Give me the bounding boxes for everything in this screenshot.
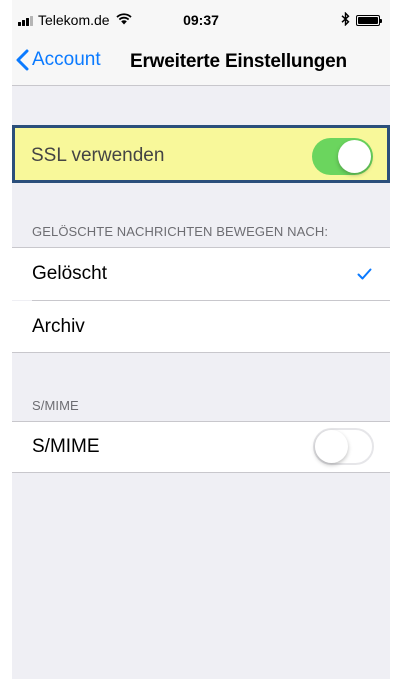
status-right [341, 11, 382, 29]
toggle-knob [315, 430, 348, 463]
page-title: Erweiterte Einstellungen [130, 51, 347, 72]
ssl-toggle[interactable] [312, 138, 373, 175]
back-label: Account [32, 49, 101, 70]
option-archiv[interactable]: Archiv [12, 301, 390, 353]
bluetooth-icon [341, 11, 350, 29]
ssl-setting-row: SSL verwenden [12, 125, 390, 183]
checkmark-icon [357, 267, 372, 285]
deleted-messages-section-header: GELÖSCHTE NACHRICHTEN BEWEGEN NACH: [32, 224, 329, 239]
phone-screen: Telekom.de 09:37 Account Erweiterte Eins… [12, 0, 390, 679]
option-geloescht[interactable]: Gelöscht [12, 247, 390, 300]
smime-label: S/MIME [32, 436, 100, 457]
battery-icon [356, 15, 382, 26]
toggle-knob [338, 140, 371, 173]
back-button[interactable]: Account [16, 49, 101, 71]
row-separator [32, 300, 390, 301]
option-label: Gelöscht [32, 263, 107, 284]
smime-section-header: S/MIME [32, 398, 79, 413]
status-time: 09:37 [183, 12, 219, 28]
smime-toggle[interactable] [313, 428, 374, 465]
option-label: Archiv [32, 316, 85, 337]
chevron-left-icon [16, 49, 29, 71]
status-bar: Telekom.de 09:37 [12, 0, 390, 40]
navigation-bar: Account Erweiterte Einstellungen [12, 40, 390, 86]
smime-setting-row: S/MIME [12, 421, 390, 473]
ssl-label: SSL verwenden [31, 145, 165, 166]
